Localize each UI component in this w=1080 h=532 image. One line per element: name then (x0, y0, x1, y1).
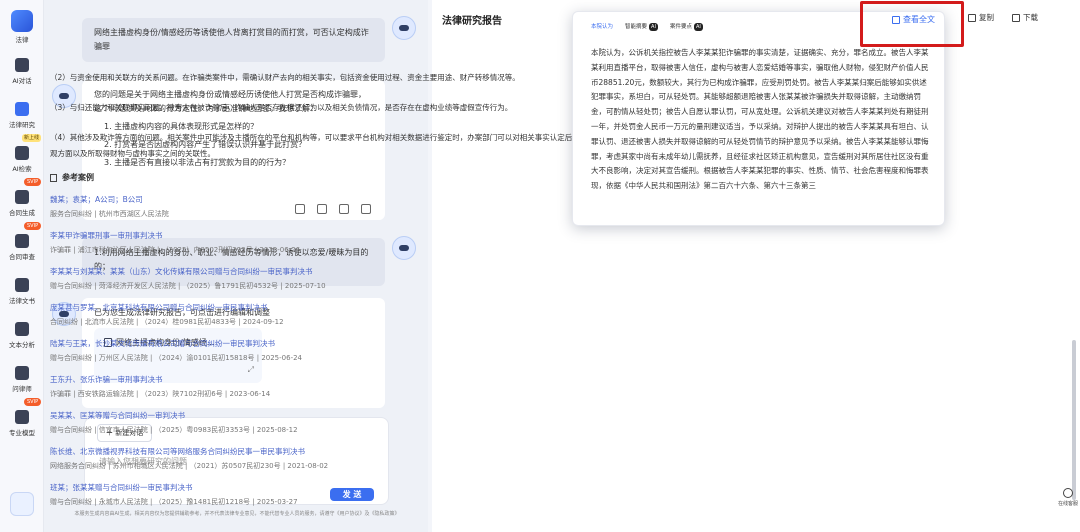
ai-badge: AI (649, 23, 658, 31)
sidebar-item-label: 法律文书 (9, 297, 35, 305)
reference-cases-label: 参考案例 (62, 173, 94, 182)
court-opinion-text: 本院认为，公诉机关指控被告人李某某犯诈骗罪的事实清楚，证据确实、充分，罪名成立。… (591, 48, 929, 191)
model-icon (15, 410, 29, 424)
case-meta: 赠与合同纠纷 | 菏泽经济开发区人民法院 | （2025）鲁1791民初4532… (50, 282, 326, 290)
sidebar-item-label: 法律研究 (9, 121, 35, 129)
tab-smart-summary[interactable]: 智能摘要 AI (625, 22, 658, 31)
sidebar-item-label: 专业模型 (9, 429, 35, 437)
scrollbar[interactable] (1072, 340, 1076, 500)
user-avatar[interactable] (10, 492, 34, 516)
customer-service-label: 在线客服 (1057, 501, 1078, 507)
popup-tabs: 本院认为 智能摘要 AI 案件要点 AI (591, 22, 703, 31)
case-meta: 网络服务合同纠纷 | 苏州市相城区人民法院 | （2021）苏0507民初230… (50, 462, 329, 470)
sidebar-item-label: 合同生成 (9, 209, 35, 217)
case-meta: 赠与合同纠纷 | 永城市人民法院 | （2025）豫1481民初1218号 | … (50, 498, 298, 506)
book-icon (50, 173, 57, 182)
sidebar-item-label: 文本分析 (9, 341, 35, 349)
case-meta: 诈骗罪 | 西安铁路运输法院 | （2023）陕7102刑初6号 | 2023-… (50, 390, 271, 398)
reference-case: 吴某某、匡某等赠与合同纠纷一审判决书赠与合同纠纷 | 信宜市人民法院 | （20… (50, 409, 610, 445)
reference-case: 陆某与王某，长沙某文化传媒有限公司赠与合同纠纷一审民事判决书赠与合同纠纷 | 万… (50, 337, 610, 373)
sidebar-item-label: AI检索 (12, 165, 32, 173)
case-meta: 合同纠纷 | 北流市人民法院 | （2024）桂0981民初4833号 | 20… (50, 318, 284, 326)
reference-case: 李某某与刘某某、某某（山东）文化传媒有限公司赠与合同纠纷一审民事判决书赠与合同纠… (50, 265, 610, 301)
reference-case: 庞某甚与罗某、北京某科技有限公司赠与合同纠纷一审民事判决书合同纠纷 | 北流市人… (50, 301, 610, 337)
tab-label: 案件要点 (669, 24, 692, 30)
download-icon (1012, 14, 1020, 22)
svip-badge: SVIP (24, 398, 42, 406)
reference-case: 魏某；袁某；A公司；B公司服务合同纠纷 | 杭州市西湖区人民法院 (50, 193, 610, 229)
sidebar-item-contract-review[interactable]: 合同审查 (0, 234, 44, 261)
copy-icon (968, 14, 976, 22)
case-meta: 服务合同纠纷 | 杭州市西湖区人民法院 (50, 210, 169, 218)
research-icon (15, 102, 29, 116)
sidebar: 法律 AI对话 法律研究 新上线 AI检索 SVIP 合同生成 SVIP 合同审… (0, 0, 44, 532)
case-title-link[interactable]: 班某；张某某赠与合同纠纷一审民事判决书 (50, 481, 610, 495)
user-message: 网络主播虚构身份/情感经历等诱使他人背离打赏目的而打赏，可否认定构成诈骗罪 (82, 18, 385, 62)
app-root: 法律 AI对话 法律研究 新上线 AI检索 SVIP 合同生成 SVIP 合同审… (0, 0, 1080, 532)
download-label: 下载 (1023, 13, 1038, 22)
chat-icon (15, 58, 29, 72)
reference-case: 王东升、张乐诈骗一审刑事判决书诈骗罪 | 西安铁路运输法院 | （2023）陕7… (50, 373, 610, 409)
text-analysis-icon (15, 322, 29, 336)
case-title-link[interactable]: 李某甲诈骗罪刑事一审刑事判决书 (50, 229, 610, 243)
sidebar-item-label: 问律师 (12, 385, 32, 393)
reference-case: 李某甲诈骗罪刑事一审刑事判决书诈骗罪 | 浦江市科尔沁区人民法院 | （2025… (50, 229, 610, 265)
sidebar-item-pro-model[interactable]: 专业模型 (0, 410, 44, 437)
reference-case: 班某；张某某赠与合同纠纷一审民事判决书赠与合同纠纷 | 永城市人民法院 | （2… (50, 481, 610, 517)
case-meta: 赠与合同纠纷 | 信宜市人民法院 | （2025）粤0983民初3353号 | … (50, 426, 298, 434)
case-title-link[interactable]: 魏某；袁某；A公司；B公司 (50, 193, 610, 207)
case-title-link[interactable]: 李某某与刘某某、某某（山东）文化传媒有限公司赠与合同纠纷一审民事判决书 (50, 265, 610, 279)
case-title-link[interactable]: 陆某与王某，长沙某文化传媒有限公司赠与合同纠纷一审民事判决书 (50, 337, 610, 351)
headset-icon (1063, 488, 1073, 498)
sidebar-item-ai-search[interactable]: AI检索 (0, 146, 44, 173)
case-title-link[interactable]: 王东升、张乐诈骗一审刑事判决书 (50, 373, 610, 387)
tab-label: 智能摘要 (625, 24, 648, 30)
report-title: 法律研究报告 (442, 16, 502, 27)
search-icon (15, 146, 29, 160)
app-logo-icon[interactable] (11, 10, 33, 32)
case-title-link[interactable]: 陈长维、北京微播视界科技有限公司等网络服务合同纠纷民事一审民事判决书 (50, 445, 610, 459)
download-button[interactable]: 下载 (1012, 12, 1038, 23)
reference-case-list: 魏某；袁某；A公司；B公司服务合同纠纷 | 杭州市西湖区人民法院 李某甲诈骗罪刑… (50, 193, 610, 517)
sidebar-item-ai-chat[interactable]: AI对话 (0, 58, 44, 85)
sidebar-item-label: AI对话 (12, 77, 32, 85)
new-badge: 新上线 (22, 134, 42, 142)
sidebar-item-contract-generate[interactable]: 合同生成 (0, 190, 44, 217)
sidebar-item-legal-research[interactable]: 法律研究 (0, 102, 44, 129)
report-paragraph: （4）其他涉及欺诈等方面的问题。相关案件中可能涉及主播所在的平台和机构等，可以要… (50, 133, 610, 158)
svip-badge: SVIP (24, 178, 42, 186)
case-title-link[interactable]: 庞某甚与罗某、北京某科技有限公司赠与合同纠纷一审民事判决书 (50, 301, 610, 315)
contract-review-icon (15, 234, 29, 248)
customer-service-button[interactable]: 在线客服 (1056, 488, 1080, 507)
svip-badge: SVIP (24, 222, 42, 230)
sidebar-item-legal-doc[interactable]: 法律文书 (0, 278, 44, 305)
reference-cases-heading: 参考案例 (50, 172, 94, 183)
contract-generate-icon (15, 190, 29, 204)
tab-case-points[interactable]: 案件要点 AI (670, 22, 703, 31)
app-logo-label: 法律 (15, 36, 29, 44)
legal-doc-icon (15, 278, 29, 292)
reference-case: 陈长维、北京微播视界科技有限公司等网络服务合同纠纷民事一审民事判决书网络服务合同… (50, 445, 610, 481)
lawyer-icon (15, 366, 29, 380)
report-paragraph: （3）与归还能力和关联事实问题。被害人在被诈骗后，诈骗人是否存在偿还行为以及相关… (50, 103, 513, 112)
highlight-box (860, 1, 964, 47)
user-avatar-icon (392, 16, 416, 40)
case-meta: 诈骗罪 | 浦江市科尔沁区人民法院 | （2025）内0502刑初293号 | … (50, 246, 301, 254)
ai-badge: AI (693, 23, 703, 31)
sidebar-item-text-analysis[interactable]: 文本分析 (0, 322, 44, 349)
sidebar-item-ask-lawyer[interactable]: 问律师 (0, 366, 44, 393)
case-title-link[interactable]: 吴某某、匡某等赠与合同纠纷一审判决书 (50, 409, 610, 423)
copy-label: 复制 (979, 13, 994, 22)
sidebar-item-label: 合同审查 (9, 253, 35, 261)
report-paragraph: （2）与资金使用和关联方的关系问题。在诈骗类案件中，需确认财产去向的相关事实，包… (50, 73, 520, 82)
tab-court-opinion[interactable]: 本院认为 (591, 22, 613, 31)
copy-button[interactable]: 复制 (968, 12, 994, 23)
case-meta: 赠与合同纠纷 | 万州区人民法院 | （2024）渝0101民初15818号 |… (50, 354, 303, 362)
